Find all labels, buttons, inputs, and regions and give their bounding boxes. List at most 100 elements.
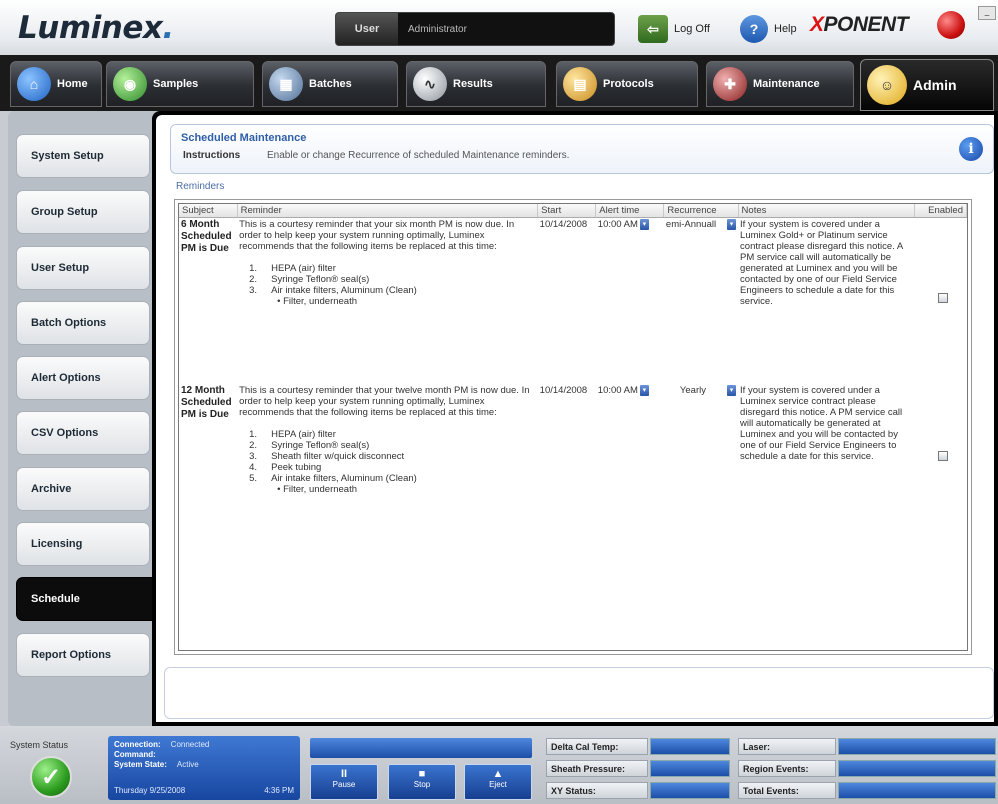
delta-cal-temp-value [650, 738, 730, 755]
column-header-reminder[interactable]: Reminder [237, 204, 539, 218]
column-header-enabled[interactable]: Enabled [914, 204, 967, 218]
tab-batches[interactable]: ▦ Batches [262, 61, 398, 107]
enabled-checkbox[interactable] [938, 293, 949, 303]
column-header-subject[interactable]: Subject [179, 204, 238, 218]
help-button[interactable]: ? Help [740, 14, 797, 44]
admin-icon: ☺ [867, 65, 907, 105]
status-ok-icon: ✓ [30, 756, 72, 798]
system-status-label: System Status [10, 740, 69, 750]
tab-samples[interactable]: ◉ Samples [106, 61, 254, 107]
row-notes: If your system is covered under a Lumine… [740, 384, 903, 462]
row-start-date[interactable]: 10/14/2008 [538, 218, 596, 384]
user-label: User [336, 13, 398, 45]
maintenance-icon: ✚ [713, 67, 747, 101]
recurrence-dropdown-icon[interactable]: ▾ [727, 219, 737, 230]
row-recurrence[interactable]: emi-Annuall ▾ [664, 218, 738, 384]
row-start-date[interactable]: 10/14/2008 [538, 384, 596, 524]
row-enabled[interactable] [914, 384, 966, 524]
laser-label: Laser: [738, 738, 836, 755]
message-area [164, 667, 994, 719]
xponent-logo-icon [937, 11, 965, 39]
row-reminder: This is a courtesy reminder that your tw… [239, 384, 530, 495]
scheduled-maintenance-header: Scheduled Maintenance Instructions Enabl… [170, 124, 994, 174]
log-off-button[interactable]: ⇦ Log Off [638, 14, 710, 44]
sidebar-item-archive[interactable]: Archive [16, 467, 150, 511]
table-row[interactable]: 12 Month Scheduled PM is Due This is a c… [179, 384, 967, 524]
column-header-start[interactable]: Start [537, 204, 597, 218]
samples-icon: ◉ [113, 67, 147, 101]
page-title: Scheduled Maintenance [181, 132, 307, 144]
total-events-value [838, 782, 996, 799]
tab-admin[interactable]: ☺ Admin [860, 59, 994, 111]
row-alert-time[interactable]: 10:00 AM ▾ [596, 384, 664, 524]
main-panel: Scheduled Maintenance Instructions Enabl… [152, 111, 998, 726]
stop-button[interactable]: ■ Stop [388, 764, 456, 800]
main-content: Scheduled Maintenance Instructions Enabl… [156, 115, 994, 722]
row-reminder: This is a courtesy reminder that your si… [239, 219, 515, 307]
status-bar: System Status ✓ Connection: Connected Com… [0, 726, 998, 804]
sidebar-item-batch-options[interactable]: Batch Options [16, 301, 150, 345]
sidebar-item-group-setup[interactable]: Group Setup [16, 190, 150, 234]
help-icon: ? [740, 15, 768, 43]
eject-icon: ▲ [492, 768, 504, 780]
column-header-recurrence[interactable]: Recurrence [663, 204, 739, 218]
row-subject: 12 Month Scheduled PM is Due [181, 384, 232, 420]
xy-status-value [650, 782, 730, 799]
admin-sidebar: System Setup Group Setup User Setup Batc… [8, 111, 164, 726]
tab-protocols[interactable]: ▤ Protocols [556, 61, 698, 107]
eject-button[interactable]: ▲ Eject [464, 764, 532, 800]
row-recurrence[interactable]: Yearly ▾ [664, 384, 738, 524]
sidebar-item-user-setup[interactable]: User Setup [16, 246, 150, 290]
instructions-text: Enable or change Recurrence of scheduled… [267, 150, 570, 161]
sidebar-item-licensing[interactable]: Licensing [16, 522, 150, 566]
instructions-label: Instructions [183, 150, 241, 161]
tab-maintenance[interactable]: ✚ Maintenance [706, 61, 854, 107]
tab-home[interactable]: ⌂ Home [10, 61, 102, 107]
total-events-label: Total Events: [738, 782, 836, 799]
log-off-icon: ⇦ [638, 15, 668, 43]
alert-time-dropdown-icon[interactable]: ▾ [639, 219, 649, 230]
column-header-alert-time[interactable]: Alert time [595, 204, 665, 218]
sidebar-item-csv-options[interactable]: CSV Options [16, 411, 150, 455]
protocols-icon: ▤ [563, 67, 597, 101]
table-row[interactable]: 6 Month Scheduled PM is Due This is a co… [179, 218, 967, 384]
sheath-pressure-value [650, 760, 730, 777]
user-value: Administrator [408, 23, 467, 35]
reminders-label: Reminders [176, 181, 225, 192]
pause-icon: II [340, 768, 348, 780]
table-header-row: Subject Reminder Start Alert time Recurr… [179, 204, 967, 218]
pause-button[interactable]: II Pause [310, 764, 378, 800]
tab-results[interactable]: ∿ Results [406, 61, 546, 107]
laser-value [838, 738, 996, 755]
main-nav: ⌂ Home ◉ Samples ▦ Batches ∿ Results ▤ P… [0, 55, 998, 111]
row-enabled[interactable] [914, 218, 966, 384]
recurrence-select[interactable]: Yearly [666, 385, 706, 396]
luminex-logo: Luminex. [18, 10, 174, 46]
alert-time-dropdown-icon[interactable]: ▾ [639, 384, 649, 396]
results-icon: ∿ [413, 67, 447, 101]
reminders-table: Subject Reminder Start Alert time Recurr… [174, 199, 972, 655]
sheath-pressure-label: Sheath Pressure: [546, 760, 648, 777]
sidebar-item-alert-options[interactable]: Alert Options [16, 356, 150, 400]
xponent-logo: XPONENT [810, 13, 909, 36]
row-notes: If your system is covered under a Lumine… [740, 219, 903, 307]
sidebar-item-report-options[interactable]: Report Options [16, 633, 150, 677]
sidebar-item-schedule[interactable]: Schedule [16, 577, 164, 621]
column-header-notes[interactable]: Notes [738, 204, 915, 218]
user-box: User Administrator [335, 12, 615, 46]
stop-icon: ■ [418, 768, 426, 780]
sidebar-item-system-setup[interactable]: System Setup [16, 134, 150, 178]
delta-cal-temp-label: Delta Cal Temp: [546, 738, 648, 755]
enabled-checkbox[interactable] [938, 450, 949, 461]
app-header: Luminex. User Administrator ⇦ Log Off ? … [0, 0, 998, 55]
home-icon: ⌂ [17, 67, 51, 101]
connection-panel: Connection: Connected Command: System Sta… [108, 736, 300, 800]
batches-icon: ▦ [269, 67, 303, 101]
recurrence-dropdown-icon[interactable]: ▾ [727, 384, 737, 396]
progress-bar [310, 738, 532, 758]
row-alert-time[interactable]: 10:00 AM ▾ [596, 218, 664, 384]
info-icon[interactable]: i [959, 137, 983, 161]
window-minimize-button[interactable]: _ [978, 6, 996, 20]
recurrence-select[interactable]: emi-Annuall [666, 219, 716, 230]
row-subject: 6 Month Scheduled PM is Due [181, 219, 232, 254]
